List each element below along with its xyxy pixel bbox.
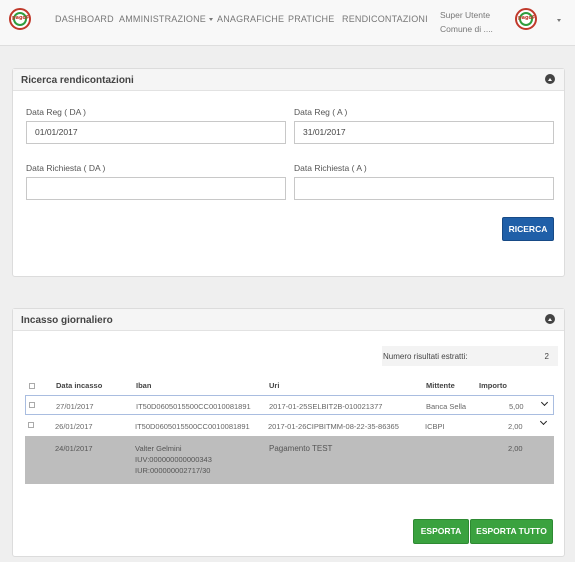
caret-down-icon[interactable] [557, 19, 561, 22]
results-count-box: Numero risultati estratti: 2 [382, 346, 558, 366]
column-header-uri[interactable]: Uri [269, 381, 279, 390]
select-all-checkbox[interactable] [29, 383, 35, 389]
user-avatar[interactable]: pagoPA [515, 8, 537, 30]
cell-uri: 2017-01-25SELBIT2B-010021377 [269, 402, 383, 411]
detail-payer: Valter Gelmini IUV:000000000000343 IUR:0… [135, 443, 212, 476]
top-navbar: pagoPA DASHBOARD AMMINISTRAZIONE ANAGRAF… [0, 0, 575, 46]
row-checkbox[interactable] [29, 402, 35, 408]
cell-iban: IT50D0605015500CC0010081891 [136, 402, 251, 411]
column-header-importo[interactable]: Importo [479, 381, 507, 390]
cell-mittente: Banca Sella [426, 402, 467, 411]
table-row[interactable]: 27/01/2017 IT50D0605015500CC0010081891 2… [25, 395, 554, 415]
column-header-iban[interactable]: Iban [136, 381, 151, 390]
nav-rendicontazioni[interactable]: RENDICONTAZIONI [342, 14, 428, 24]
export-all-button[interactable]: ESPORTA TUTTO [470, 519, 553, 544]
nav-amministrazione[interactable]: AMMINISTRAZIONE [119, 14, 214, 24]
data-reg-da-input[interactable]: 01/01/2017 [26, 121, 286, 144]
results-count-label: Numero risultati estratti: [383, 352, 468, 361]
collapse-icon[interactable] [545, 74, 555, 84]
detail-iur: IUR:000000002717/30 [135, 466, 211, 475]
cell-iban: IT50D0605015500CC0010081891 [135, 422, 250, 431]
detail-data: 24/01/2017 [55, 444, 93, 453]
data-reg-a-label: Data Reg ( A ) [294, 107, 348, 117]
column-header-mittente[interactable]: Mittente [426, 381, 455, 390]
data-richiesta-da-label: Data Richiesta ( DA ) [26, 163, 106, 173]
cell-uri: 2017-01-26CIPBITMM-08-22-35-86365 [268, 422, 399, 431]
nav-anagrafiche[interactable]: ANAGRAFICHE [217, 14, 284, 24]
detail-importo: 2,00 [508, 444, 523, 453]
collapse-icon[interactable] [545, 314, 555, 324]
caret-down-icon [209, 18, 214, 22]
expanded-detail-row: 24/01/2017 Valter Gelmini IUV:0000000000… [25, 436, 554, 484]
search-panel-title: Ricerca rendicontazioni [21, 75, 134, 86]
row-checkbox[interactable] [28, 422, 34, 428]
cell-data-incasso: 27/01/2017 [56, 402, 94, 411]
search-panel-header: Ricerca rendicontazioni [13, 69, 564, 91]
column-header-data-incasso[interactable]: Data incasso [56, 381, 102, 390]
data-reg-da-label: Data Reg ( DA ) [26, 107, 86, 117]
income-panel-title: Incasso giornaliero [21, 315, 113, 326]
cell-mittente: ICBPI [425, 422, 445, 431]
nav-pratiche[interactable]: PRATICHE [288, 14, 334, 24]
data-richiesta-a-input[interactable] [294, 177, 554, 200]
data-richiesta-da-input[interactable] [26, 177, 286, 200]
income-panel: Incasso giornaliero Numero risultati est… [12, 308, 565, 557]
pagopa-logo[interactable]: pagoPA [9, 8, 31, 30]
cell-data-incasso: 26/01/2017 [55, 422, 93, 431]
nav-amministrazione-label: AMMINISTRAZIONE [119, 14, 207, 24]
chevron-down-icon[interactable] [540, 398, 549, 407]
income-panel-header: Incasso giornaliero [13, 309, 564, 331]
chevron-down-icon[interactable] [539, 417, 548, 426]
detail-name: Valter Gelmini [135, 444, 182, 453]
user-menu[interactable]: Super Utente Comune di .... [440, 8, 493, 36]
export-button[interactable]: ESPORTA [413, 519, 469, 544]
cell-importo: 5,00 [509, 402, 524, 411]
user-name: Super Utente [440, 10, 491, 20]
nav-dashboard[interactable]: DASHBOARD [55, 14, 114, 24]
search-panel: Ricerca rendicontazioni Data Reg ( DA ) … [12, 68, 565, 277]
detail-description: Pagamento TEST [269, 444, 333, 453]
user-entity: Comune di .... [440, 24, 493, 34]
cell-importo: 2,00 [508, 422, 523, 431]
detail-iuv: IUV:000000000000343 [135, 455, 212, 464]
table-row[interactable]: 26/01/2017 IT50D0605015500CC0010081891 2… [25, 416, 554, 436]
data-reg-a-input[interactable]: 31/01/2017 [294, 121, 554, 144]
search-button[interactable]: RICERCA [502, 217, 554, 241]
data-richiesta-a-label: Data Richiesta ( A ) [294, 163, 367, 173]
results-count-value: 2 [544, 352, 549, 361]
